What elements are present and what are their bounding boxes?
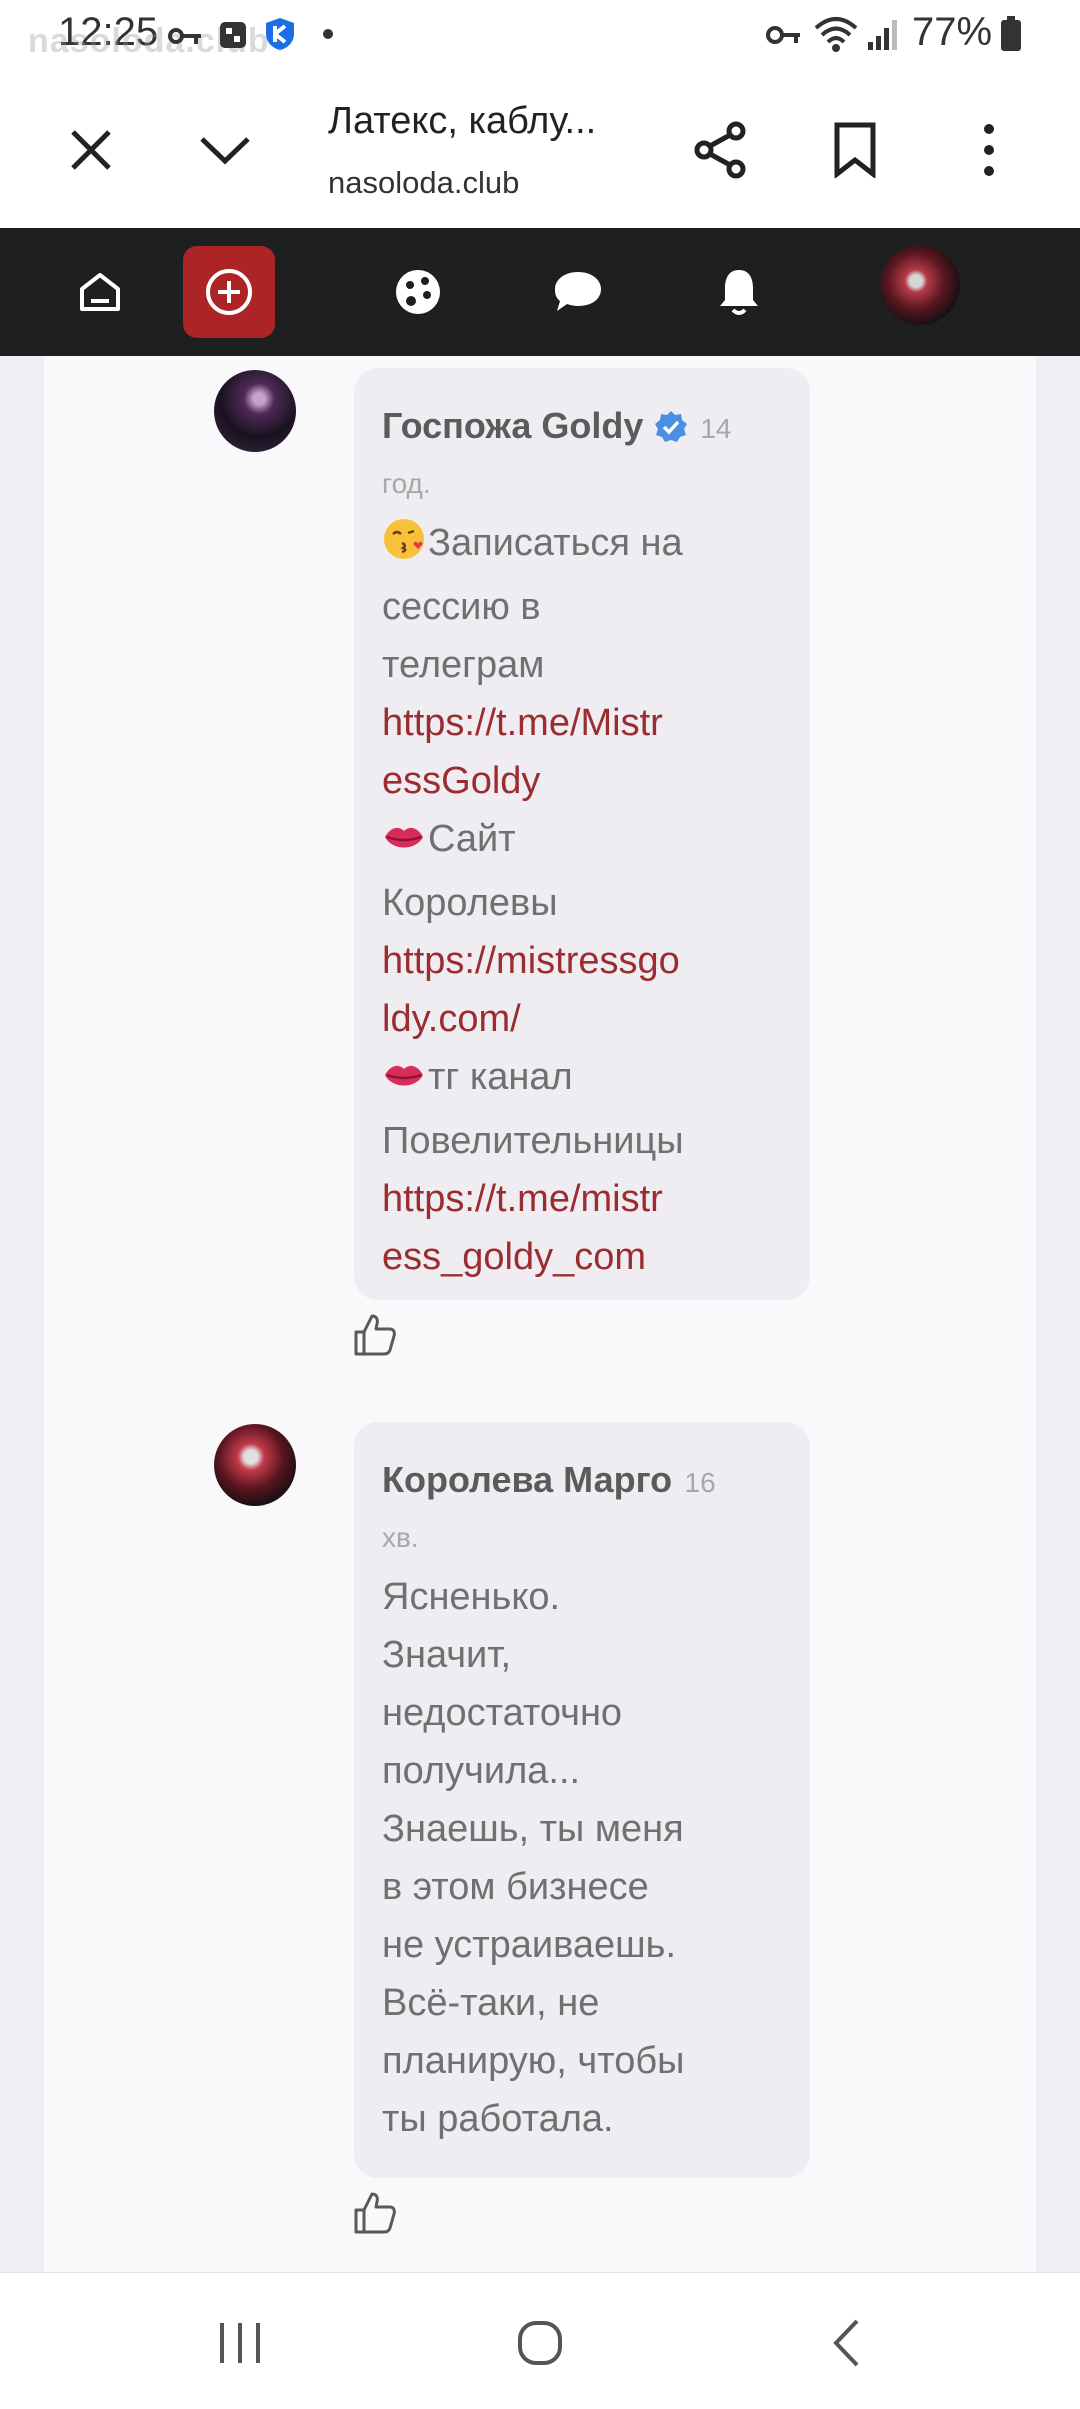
- kiss-face-emoji: [382, 517, 426, 578]
- text-line: Значит,: [382, 1634, 512, 1676]
- text-line: планирую, чтобы: [382, 2040, 685, 2082]
- recent-apps-icon: [220, 2323, 260, 2363]
- text-line: Записаться на: [382, 514, 792, 578]
- text-line: Сайт: [382, 810, 792, 874]
- text-line: недостаточно: [382, 1692, 623, 1734]
- lips-emoji: [382, 1054, 426, 1112]
- wifi-icon: [814, 17, 858, 52]
- comment-time-unit: год.: [382, 468, 431, 499]
- key-icon: [168, 28, 201, 44]
- share-icon: [694, 121, 746, 179]
- close-icon: [71, 130, 111, 170]
- community-icon: [396, 270, 440, 314]
- telegram-link[interactable]: https://t.me/Mistr: [382, 694, 792, 752]
- notification-dot-icon: [323, 29, 333, 39]
- text-line: Всё-таки, не: [382, 1982, 600, 2024]
- like-icon[interactable]: [352, 2190, 398, 2236]
- nav-notifications-button[interactable]: [693, 246, 785, 338]
- text-line: тг канал: [382, 1048, 792, 1112]
- text-line: ты работала.: [382, 2098, 614, 2140]
- like-icon[interactable]: [352, 1312, 398, 1358]
- text-line: телеграм: [382, 644, 545, 686]
- nav-create-button[interactable]: [183, 246, 275, 338]
- avatar[interactable]: [214, 1424, 296, 1506]
- nav-community-button[interactable]: [372, 246, 464, 338]
- bell-icon: [720, 270, 758, 315]
- telegram-channel-link[interactable]: ess_goldy_com: [382, 1228, 792, 1286]
- text-line: получила...: [382, 1750, 581, 1792]
- page-domain: nasoloda.club: [328, 165, 520, 200]
- text-line: Ясненько.: [382, 1576, 561, 1618]
- comment-bubble: Госпожа Goldy 14 год. Записаться на сесс…: [354, 368, 810, 1300]
- vpn-key-icon: [766, 26, 800, 44]
- more-options-button[interactable]: [944, 105, 1034, 195]
- more-vertical-icon: [984, 124, 994, 176]
- comment-text: Ясненько. Значит, недостаточно получила.…: [382, 1568, 792, 2148]
- comment-author[interactable]: Королева Марго: [382, 1459, 672, 1500]
- text-line: Повелительницы: [382, 1120, 684, 1162]
- gallery-icon: [220, 22, 246, 48]
- recent-apps-button[interactable]: [200, 2303, 280, 2383]
- text-line: в этом бизнесе: [382, 1866, 649, 1908]
- minimize-tab-button[interactable]: [180, 105, 270, 195]
- comment-time-unit: хв.: [382, 1522, 419, 1553]
- home-system-button[interactable]: [500, 2303, 580, 2383]
- comment-text: Записаться на сессию в телеграм https://…: [382, 514, 792, 1286]
- lips-emoji: [382, 816, 426, 874]
- text-line: не устраиваешь.: [382, 1924, 677, 1966]
- text-line: Знаешь, ты меня: [382, 1808, 684, 1850]
- close-tab-button[interactable]: [46, 105, 136, 195]
- status-bar: 12:25 nasoloda.club 77%: [0, 0, 1080, 70]
- avatar[interactable]: [214, 370, 296, 452]
- comment-time-value: 16: [684, 1467, 716, 1498]
- home-circle-icon: [518, 2321, 562, 2365]
- comment-bubble: Королева Марго 16 хв. Ясненько. Значит, …: [354, 1422, 810, 2178]
- website-link[interactable]: https://mistressgo: [382, 932, 792, 990]
- page-title: Латекс, каблу...: [328, 100, 597, 142]
- comment-time-value: 14: [700, 413, 732, 444]
- battery-percent: 77%: [912, 10, 993, 54]
- app-shield-icon: [266, 18, 294, 50]
- verified-badge-icon: [654, 411, 687, 442]
- bookmark-button[interactable]: [810, 105, 900, 195]
- telegram-link[interactable]: essGoldy: [382, 752, 792, 810]
- share-button[interactable]: [676, 105, 766, 195]
- add-circle-icon: [206, 269, 252, 315]
- browser-toolbar: Латекс, каблу... nasoloda.club: [0, 70, 1080, 228]
- nav-home-button[interactable]: [54, 246, 146, 338]
- home-icon: [80, 273, 120, 311]
- system-navigation-bar: [0, 2272, 1080, 2409]
- profile-avatar[interactable]: [880, 245, 960, 325]
- text-line: Королевы: [382, 882, 558, 924]
- signal-icon: [868, 20, 897, 50]
- website-link[interactable]: ldy.com/: [382, 990, 792, 1048]
- nav-messages-button[interactable]: [532, 246, 624, 338]
- text-line: сессию в: [382, 586, 541, 628]
- comment-author[interactable]: Госпожа Goldy: [382, 405, 643, 446]
- chevron-down-icon: [200, 137, 250, 165]
- chat-bubble-icon: [555, 272, 601, 311]
- back-chevron-icon: [833, 2319, 859, 2367]
- back-button[interactable]: [806, 2303, 886, 2383]
- bookmark-icon: [834, 122, 876, 178]
- telegram-channel-link[interactable]: https://t.me/mistr: [382, 1170, 792, 1228]
- battery-icon: [1001, 16, 1021, 51]
